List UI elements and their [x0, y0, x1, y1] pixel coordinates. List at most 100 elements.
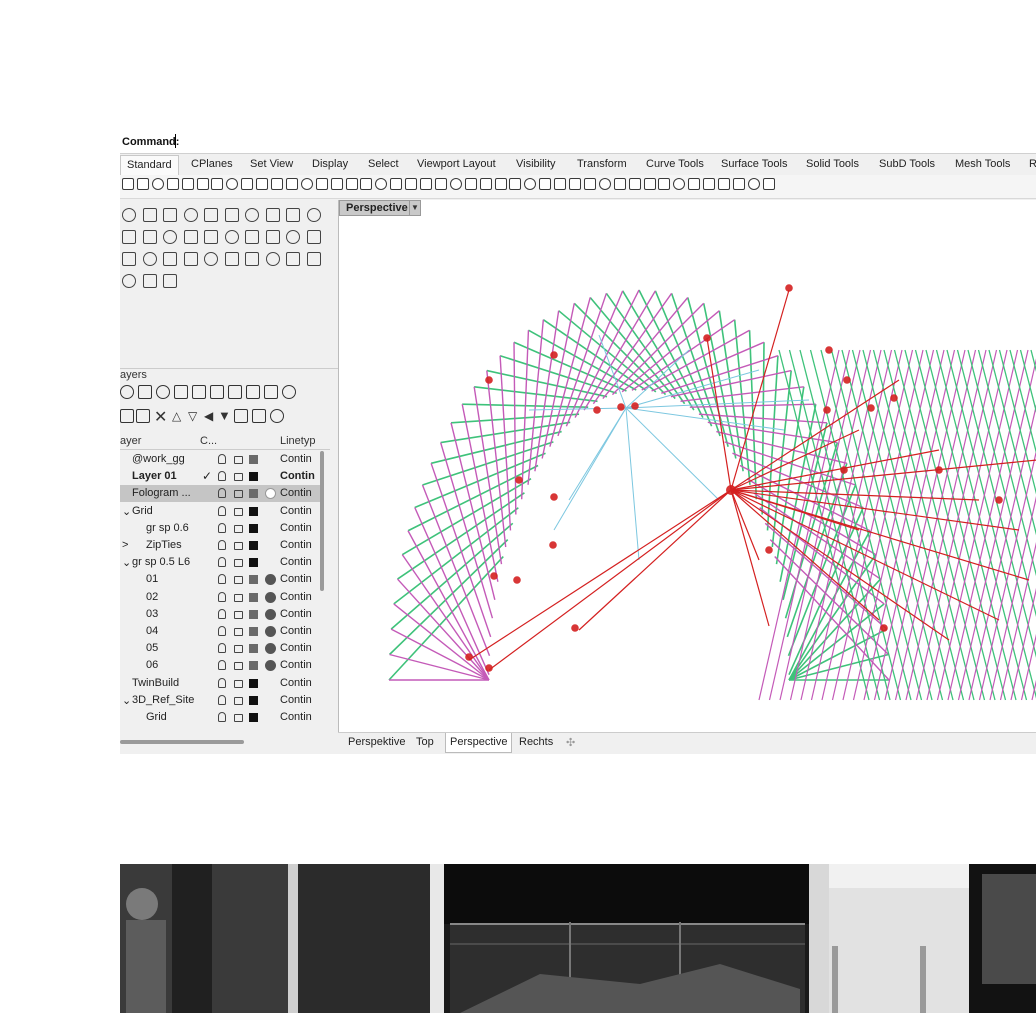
modeling-tool-icon[interactable]: [306, 208, 321, 222]
display-icon[interactable]: [210, 385, 224, 399]
layers-icon[interactable]: [120, 385, 134, 399]
expand-toggle-icon[interactable]: >: [122, 539, 128, 551]
visibility-bulb-icon[interactable]: [218, 626, 226, 636]
toolbar-tool-icon[interactable]: [673, 178, 686, 190]
folder-icon[interactable]: [192, 385, 206, 399]
material-circle-icon[interactable]: [265, 626, 276, 637]
layer-row[interactable]: gr sp 0.6 Contin: [120, 520, 324, 537]
new-sublayer-icon[interactable]: [136, 409, 150, 423]
tab-transform[interactable]: Transform: [577, 158, 627, 170]
layer-name[interactable]: Fologram ...: [132, 487, 191, 499]
toolbar-tool-icon[interactable]: [196, 178, 209, 190]
layer-name[interactable]: gr sp 0.6: [146, 522, 189, 534]
visibility-bulb-icon[interactable]: [218, 643, 226, 654]
layer-color-swatch[interactable]: [249, 695, 258, 705]
tab-select[interactable]: Select: [368, 158, 399, 170]
modeling-tool-icon[interactable]: [245, 252, 259, 266]
toolbar-tool-icon[interactable]: [747, 178, 760, 190]
modeling-tool-icon[interactable]: [183, 230, 198, 244]
toolbar-tool-icon[interactable]: [583, 178, 596, 190]
tab-surface-tools[interactable]: Surface Tools: [721, 158, 787, 170]
layers-vertical-scrollbar[interactable]: [320, 451, 324, 591]
toolbar-tool-icon[interactable]: [136, 178, 149, 190]
modeling-tool-icon[interactable]: [204, 208, 218, 222]
layer-color-swatch[interactable]: [249, 558, 258, 568]
move-parent-icon[interactable]: ◀: [204, 409, 213, 423]
tab-set-view[interactable]: Set View: [250, 158, 293, 170]
vp-tab-top[interactable]: Top: [416, 736, 434, 748]
visibility-bulb-icon[interactable]: [218, 574, 226, 585]
tab-mesh-tools[interactable]: Mesh Tools: [955, 158, 1010, 170]
tab-subd-tools[interactable]: SubD Tools: [879, 158, 935, 170]
layer-row[interactable]: Grid Contin: [120, 709, 324, 726]
modeling-tool-icon[interactable]: [265, 230, 280, 244]
layer-color-swatch[interactable]: [249, 627, 258, 636]
layer-color-swatch[interactable]: [249, 523, 258, 533]
visibility-bulb-icon[interactable]: [218, 454, 226, 464]
modeling-tool-icon[interactable]: [286, 208, 300, 222]
lock-icon[interactable]: [234, 696, 243, 705]
modeling-tool-icon[interactable]: [306, 230, 321, 244]
layer-color-swatch[interactable]: [249, 644, 258, 654]
help-icon[interactable]: [282, 385, 296, 399]
visibility-bulb-icon[interactable]: [218, 488, 226, 499]
modeling-tool-icon[interactable]: [163, 252, 177, 266]
layer-name[interactable]: TwinBuild: [132, 677, 179, 689]
toolbar-tool-icon[interactable]: [479, 178, 492, 190]
modeling-tool-icon[interactable]: [286, 252, 300, 266]
tab-cplanes[interactable]: CPlanes: [191, 158, 233, 170]
layer-linetype[interactable]: Contin: [280, 677, 312, 689]
layer-row[interactable]: Layer 01 ✓ Contin: [120, 468, 324, 485]
light-icon[interactable]: [228, 385, 242, 399]
expand-toggle-icon[interactable]: ⌄: [122, 556, 131, 569]
layer-linetype[interactable]: Contin: [280, 453, 312, 465]
perspective-viewport[interactable]: Perspective ▼: [338, 200, 1036, 732]
layer-row[interactable]: TwinBuild Contin: [120, 675, 324, 692]
layer-name[interactable]: 01: [146, 573, 158, 585]
material-circle-icon[interactable]: [265, 574, 276, 586]
layer-name[interactable]: 06: [146, 659, 158, 671]
toolbar-tool-icon[interactable]: [434, 178, 447, 190]
layer-row[interactable]: 05 Contin: [120, 640, 324, 657]
toolbar-tool-icon[interactable]: [285, 178, 298, 190]
toolbar-tool-icon[interactable]: [598, 178, 611, 190]
layer-color-swatch[interactable]: [249, 678, 258, 688]
visibility-bulb-icon[interactable]: [218, 712, 226, 722]
visibility-bulb-icon[interactable]: [218, 557, 226, 568]
layer-name[interactable]: ZipTies: [146, 539, 182, 551]
layer-row[interactable]: Fologram ... Contin: [120, 485, 324, 503]
toolbar-tool-icon[interactable]: [569, 178, 581, 190]
lock-icon[interactable]: [234, 679, 243, 688]
current-layer-check-icon[interactable]: ✓: [202, 469, 212, 483]
toolbar-tool-icon[interactable]: [122, 178, 134, 190]
lock-icon[interactable]: [234, 524, 243, 533]
lock-icon[interactable]: [234, 456, 243, 464]
modeling-tool-icon[interactable]: [306, 252, 321, 266]
layer-linetype[interactable]: Contin: [280, 608, 312, 620]
toolbar-tool-icon[interactable]: [181, 178, 194, 190]
layer-color-swatch[interactable]: [249, 455, 258, 464]
toolbar-tool-icon[interactable]: [703, 178, 716, 190]
toolbar-tool-icon[interactable]: [449, 178, 462, 190]
move-up-icon[interactable]: △: [172, 409, 181, 423]
toolbar-tool-icon[interactable]: [628, 178, 641, 190]
new-layer-icon[interactable]: [120, 409, 134, 423]
toolbar-tool-icon[interactable]: [643, 178, 656, 190]
expand-toggle-icon[interactable]: ⌄: [122, 694, 131, 707]
modeling-tool-icon[interactable]: [245, 208, 259, 222]
layer-row[interactable]: 03 Contin: [120, 606, 324, 623]
modeling-tool-icon[interactable]: [163, 230, 177, 244]
visibility-bulb-icon[interactable]: [218, 677, 226, 688]
toolbar-tool-icon[interactable]: [509, 178, 522, 190]
filter-icon[interactable]: ▼: [218, 408, 231, 423]
layer-linetype[interactable]: Contin: [280, 642, 312, 654]
modeling-tool-icon[interactable]: [142, 208, 157, 222]
modeling-tool-icon[interactable]: [122, 208, 136, 222]
lock-icon[interactable]: [234, 559, 243, 568]
modeling-tool-icon[interactable]: [224, 230, 239, 244]
vp-tab-rechts[interactable]: Rechts: [519, 736, 553, 748]
visibility-bulb-icon[interactable]: [218, 591, 226, 602]
modeling-tool-icon[interactable]: [204, 252, 218, 266]
toolbar-tool-icon[interactable]: [166, 178, 179, 190]
toolbar-tool-icon[interactable]: [718, 178, 730, 190]
